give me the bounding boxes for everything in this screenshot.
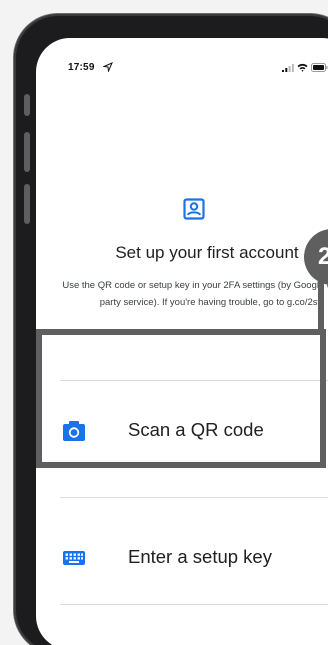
tutorial-stage: 17:59 Set up your first account Use the …: [0, 0, 328, 645]
status-bar: 17:59: [36, 38, 328, 86]
status-time: 17:59: [68, 62, 95, 73]
scan-qr-highlight-box: [36, 329, 326, 468]
enter-setup-key-label: Enter a setup key: [128, 546, 272, 567]
battery-icon: [311, 63, 328, 72]
phone-volume-down-button: [24, 184, 30, 224]
callout-connector: [318, 280, 324, 330]
enter-setup-key-option[interactable]: Enter a setup key: [36, 518, 328, 596]
divider: [60, 604, 328, 605]
keyboard-icon: [63, 551, 85, 565]
signal-icon: [282, 64, 294, 72]
account-box-icon: [183, 198, 205, 220]
divider: [60, 497, 328, 498]
page-title: Set up your first account: [115, 243, 299, 262]
phone-volume-up-button: [24, 132, 30, 172]
location-arrow-icon: [103, 62, 113, 72]
phone-side-button: [24, 94, 30, 116]
wifi-icon: [297, 63, 308, 72]
page-description: Use the QR code or setup key in your 2FA…: [62, 280, 328, 308]
